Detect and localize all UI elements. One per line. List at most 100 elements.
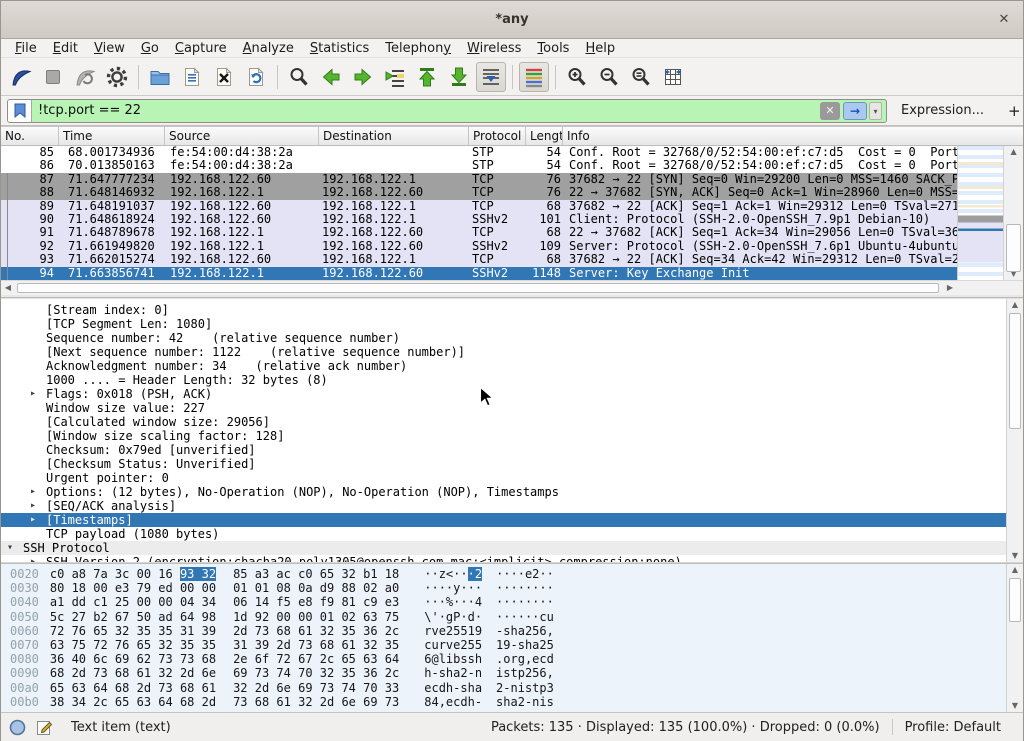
close-capture-file-icon[interactable] <box>209 62 239 92</box>
scroll-up-icon[interactable]: ▲ <box>1007 299 1023 311</box>
expand-icon[interactable]: ▸ <box>30 387 46 401</box>
packet-row-87[interactable]: 8771.647777234192.168.122.60192.168.122.… <box>1 173 957 186</box>
filter-apply-icon[interactable]: → <box>843 102 867 120</box>
detail-line[interactable]: ▸Flags: 0x018 (PSH, ACK) <box>1 387 1008 401</box>
detail-line[interactable]: ▸SSH Version 2 (encryption:chacha20-poly… <box>1 555 1008 562</box>
scroll-right-icon[interactable]: ▶ <box>943 281 957 295</box>
go-to-last-packet-icon[interactable] <box>444 62 474 92</box>
packet-row-92[interactable]: 9271.661949820192.168.122.1192.168.122.6… <box>1 240 957 253</box>
detail-line[interactable]: Checksum: 0x79ed [unverified] <box>1 443 1008 457</box>
save-capture-file-icon[interactable] <box>177 62 207 92</box>
open-capture-file-icon[interactable] <box>145 62 175 92</box>
menu-tools[interactable]: Tools <box>529 39 577 58</box>
packet-list-vertical-scrollbar[interactable]: ▲ ▼ <box>1003 146 1023 280</box>
detail-line[interactable]: Sequence number: 42 (relative sequence n… <box>1 331 1008 345</box>
detail-line[interactable]: ▸[SEQ/ACK analysis] <box>1 499 1008 513</box>
bytes-vertical-scrollbar[interactable]: ▲ ▼ <box>1006 564 1023 712</box>
resize-columns-icon[interactable] <box>658 62 688 92</box>
menu-edit[interactable]: Edit <box>45 39 86 58</box>
column-header-protocol[interactable]: Protocol <box>469 127 526 145</box>
scroll-up-icon[interactable]: ▲ <box>1004 146 1023 158</box>
hex-row-0030[interactable]: 003080 18 00 e3 79 ed 00 0001 01 08 0a d… <box>1 581 1023 595</box>
go-to-first-packet-icon[interactable] <box>412 62 442 92</box>
scrollbar-thumb[interactable] <box>1006 224 1021 272</box>
capture-options-icon[interactable] <box>102 62 132 92</box>
close-icon[interactable]: ✕ <box>995 11 1013 29</box>
expression-button[interactable]: Expression... <box>901 103 984 118</box>
menu-analyze[interactable]: Analyze <box>235 39 302 58</box>
filter-bookmark-icon[interactable] <box>8 100 32 122</box>
packet-row-91[interactable]: 9171.648789678192.168.122.1192.168.122.6… <box>1 226 957 239</box>
go-forward-icon[interactable] <box>348 62 378 92</box>
detail-line[interactable]: ▸[Timestamps] <box>1 513 1008 527</box>
detail-line[interactable]: [Next sequence number: 1122 (relative se… <box>1 345 1008 359</box>
column-header-source[interactable]: Source <box>165 127 319 145</box>
hex-row-0020[interactable]: 0020c0 a8 7a 3c 00 16 93 3285 a3 ac c0 6… <box>1 567 1023 581</box>
zoom-in-icon[interactable] <box>562 62 592 92</box>
column-header-info[interactable]: Info <box>563 127 1023 145</box>
hex-row-0060[interactable]: 006072 76 65 32 35 35 31 392d 73 68 61 3… <box>1 624 1023 638</box>
expand-icon[interactable]: ▸ <box>30 555 46 562</box>
restart-capture-icon[interactable] <box>70 62 100 92</box>
column-header-no[interactable]: No. <box>1 127 59 145</box>
detail-line[interactable]: TCP payload (1080 bytes) <box>1 527 1008 541</box>
packet-row-88[interactable]: 8871.648146932192.168.122.1192.168.122.6… <box>1 186 957 199</box>
packet-row-89[interactable]: 8971.648191037192.168.122.60192.168.122.… <box>1 200 957 213</box>
menu-wireless[interactable]: Wireless <box>459 39 529 58</box>
packet-row-90[interactable]: 9071.648618924192.168.122.60192.168.122.… <box>1 213 957 226</box>
detail-line[interactable]: [Stream index: 0] <box>1 303 1008 317</box>
menu-help[interactable]: Help <box>577 39 623 58</box>
detail-line[interactable]: [Window size scaling factor: 128] <box>1 429 1008 443</box>
stop-capture-icon[interactable] <box>38 62 68 92</box>
column-header-destination[interactable]: Destination <box>319 127 469 145</box>
filter-dropdown-icon[interactable]: ▾ <box>869 102 882 120</box>
packet-row-86[interactable]: 8670.013850163fe:54:00:d4:38:2aSTP54Conf… <box>1 159 957 172</box>
zoom-out-icon[interactable] <box>594 62 624 92</box>
column-header-length[interactable]: Length <box>526 127 563 145</box>
packet-row-94[interactable]: 9471.663856741192.168.122.1192.168.122.6… <box>1 267 957 280</box>
capture-comment-icon[interactable] <box>36 719 53 736</box>
zoom-normal-icon[interactable] <box>626 62 656 92</box>
packet-list-minimap[interactable] <box>957 146 1003 280</box>
hex-row-0050[interactable]: 00505c 27 b2 67 50 ad 64 981d 92 00 00 0… <box>1 610 1023 624</box>
add-filter-button[interactable]: + <box>1008 102 1021 120</box>
auto-scroll-toggle-icon[interactable] <box>476 62 506 92</box>
scroll-down-icon[interactable]: ▼ <box>1007 700 1023 712</box>
scroll-up-icon[interactable]: ▲ <box>1007 564 1023 576</box>
expand-icon[interactable]: ▸ <box>30 513 46 527</box>
packet-list-horizontal-scrollbar[interactable]: ◀ ▶ <box>1 280 1023 295</box>
expand-icon[interactable]: ▸ <box>30 499 46 513</box>
find-packet-icon[interactable] <box>284 62 314 92</box>
filter-clear-icon[interactable]: ✕ <box>820 102 840 120</box>
menu-file[interactable]: File <box>7 39 45 58</box>
wireshark-start-capture-icon[interactable] <box>6 62 36 92</box>
column-header-time[interactable]: Time <box>59 127 165 145</box>
scroll-left-icon[interactable]: ◀ <box>1 281 15 295</box>
detail-line[interactable]: [Checksum Status: Unverified] <box>1 457 1008 471</box>
go-to-packet-icon[interactable] <box>380 62 410 92</box>
details-vertical-scrollbar[interactable]: ▲ ▼ <box>1006 299 1023 562</box>
detail-line[interactable]: 1000 .... = Header Length: 32 bytes (8) <box>1 373 1008 387</box>
packet-row-93[interactable]: 9371.662015274192.168.122.60192.168.122.… <box>1 253 957 266</box>
detail-line[interactable]: [TCP Segment Len: 1080] <box>1 317 1008 331</box>
reload-capture-file-icon[interactable] <box>241 62 271 92</box>
scrollbar-thumb[interactable] <box>1009 578 1021 622</box>
scroll-down-icon[interactable]: ▼ <box>1007 550 1023 562</box>
detail-line[interactable]: Window size value: 227 <box>1 401 1008 415</box>
hex-row-00b0[interactable]: 00b038 34 2c 65 63 64 68 2d73 68 61 32 2… <box>1 695 1023 709</box>
display-filter-input[interactable] <box>32 100 820 122</box>
scrollbar-thumb[interactable] <box>17 283 939 293</box>
menu-capture[interactable]: Capture <box>167 39 235 58</box>
detail-line[interactable]: [Calculated window size: 29056] <box>1 415 1008 429</box>
scrollbar-thumb[interactable] <box>1009 313 1021 429</box>
hex-row-0080[interactable]: 008036 40 6c 69 62 73 73 682e 6f 72 67 2… <box>1 652 1023 666</box>
capture-file-properties-icon[interactable] <box>9 719 26 736</box>
expand-icon[interactable]: ▸ <box>30 485 46 499</box>
detail-line[interactable]: Acknowledgment number: 34 (relative ack … <box>1 359 1008 373</box>
packet-row-85[interactable]: 8568.001734936fe:54:00:d4:38:2aSTP54Conf… <box>1 146 957 159</box>
detail-line[interactable]: Urgent pointer: 0 <box>1 471 1008 485</box>
collapse-icon[interactable]: ▾ <box>7 541 23 555</box>
hex-row-0070[interactable]: 007063 75 72 76 65 32 35 3531 39 2d 73 6… <box>1 638 1023 652</box>
hex-row-0040[interactable]: 0040a1 dd c1 25 00 00 04 3406 14 f5 e8 f… <box>1 595 1023 609</box>
menu-telephony[interactable]: Telephony <box>377 39 459 58</box>
